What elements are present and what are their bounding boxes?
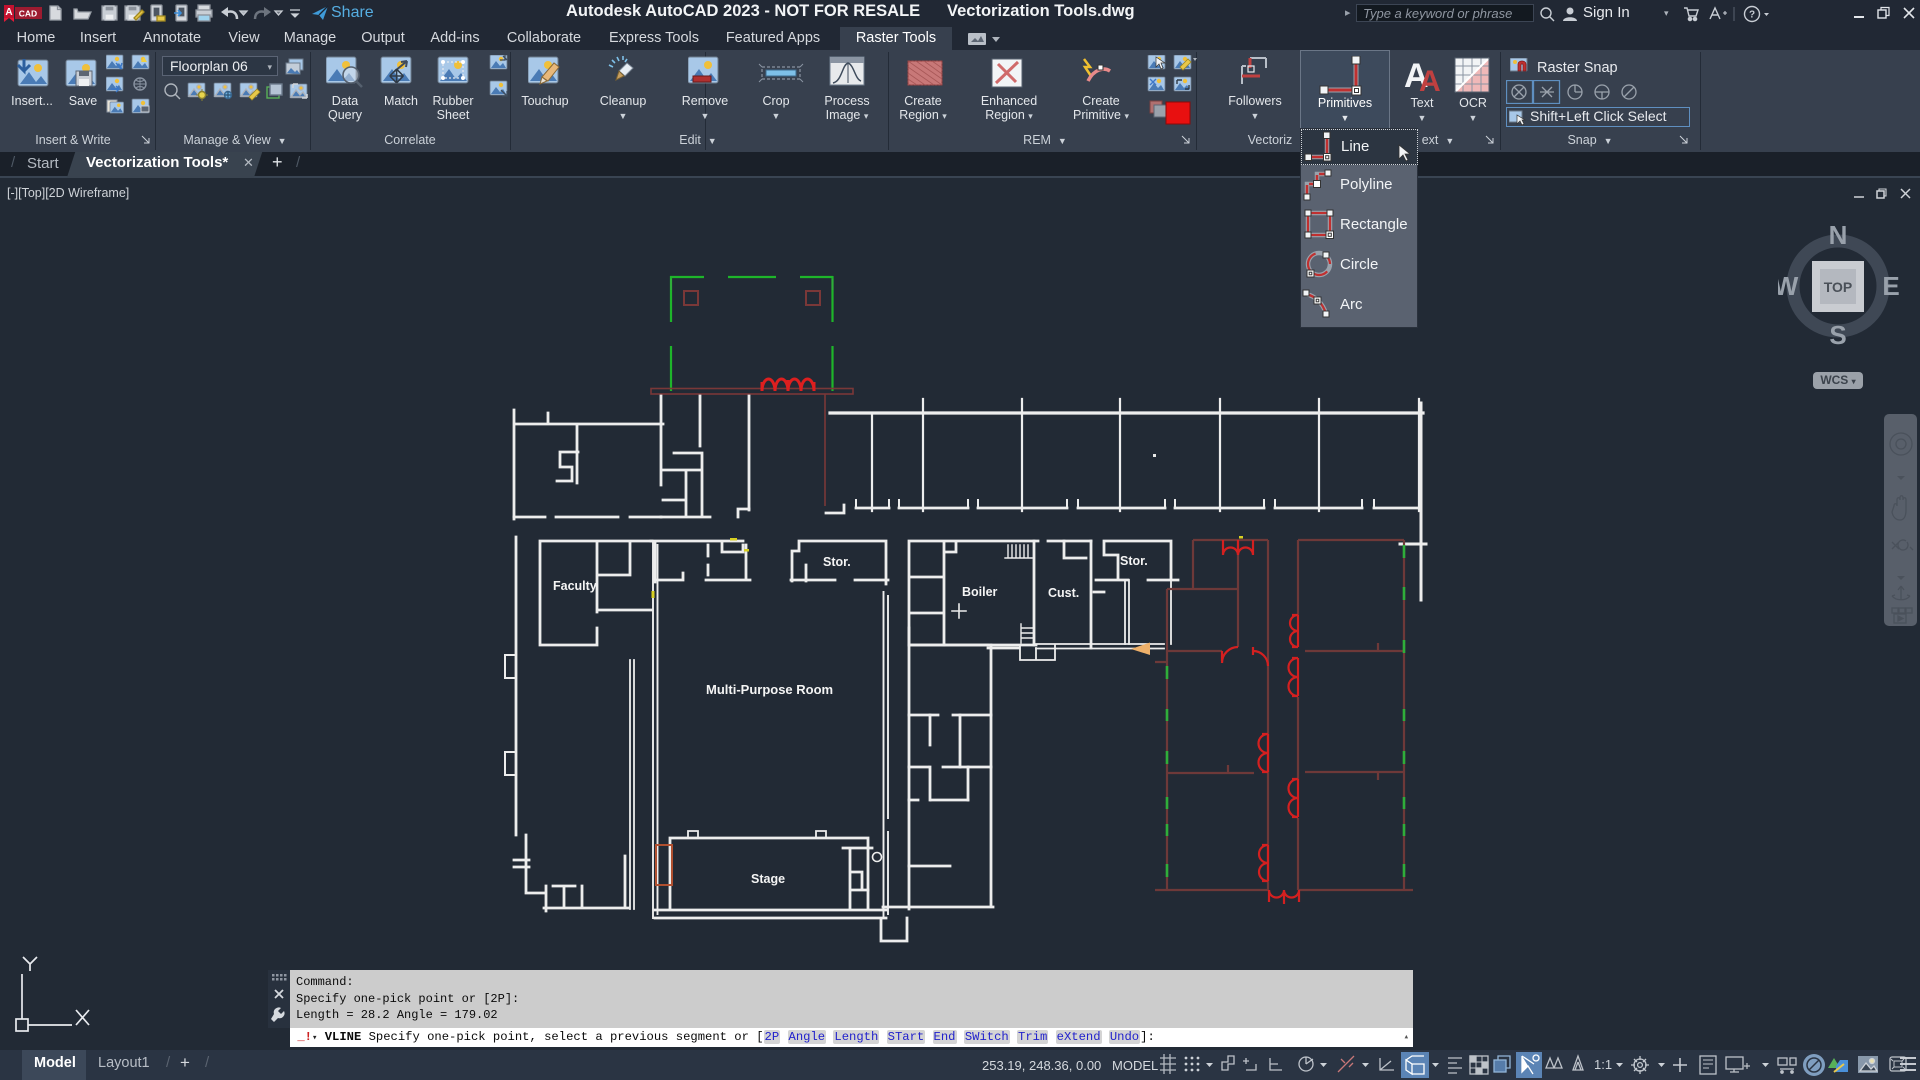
svg-text:Cust.: Cust. bbox=[1048, 586, 1079, 600]
svg-text:Multi-Purpose Room: Multi-Purpose Room bbox=[706, 682, 833, 697]
svg-text:Faculty: Faculty bbox=[553, 579, 597, 593]
svg-text:Stor.: Stor. bbox=[1120, 554, 1148, 568]
svg-text:Stage: Stage bbox=[751, 872, 785, 886]
svg-text:Boiler: Boiler bbox=[962, 585, 998, 599]
svg-text:Stor.: Stor. bbox=[823, 555, 851, 569]
svg-text:1:1: 1:1 bbox=[1594, 1057, 1612, 1072]
